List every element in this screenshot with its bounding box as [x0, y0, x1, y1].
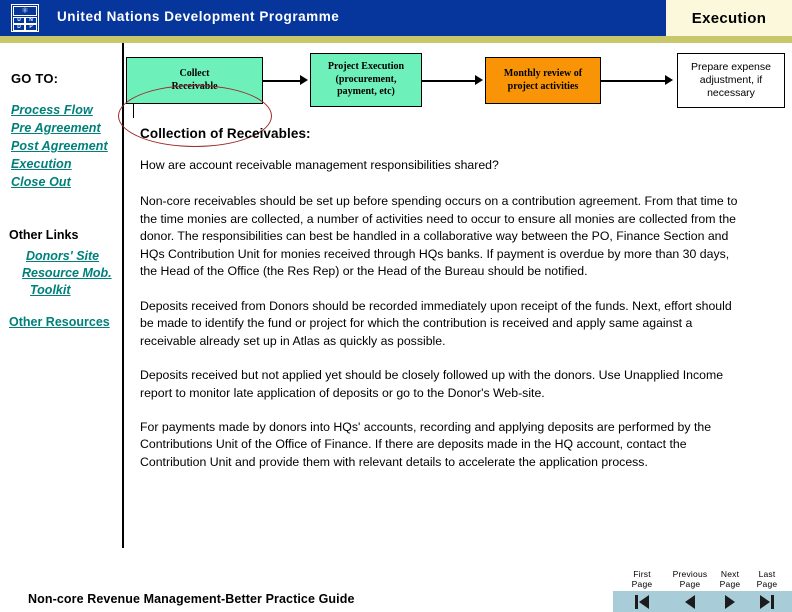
content-question: How are account receivable management re… — [140, 158, 499, 172]
flow-box-line3: necessary — [707, 87, 755, 100]
last-page-label-line2: Page — [756, 578, 778, 589]
sidebar-item-other-resources[interactable]: Other Resources — [9, 315, 110, 329]
sidebar-item-post-agreement[interactable]: Post Agreement — [11, 139, 108, 153]
flow-box-line3: payment, etc) — [337, 86, 395, 98]
next-page-label-line1: Next — [720, 569, 740, 579]
process-flow-diagram: Collect Receivable Project Execution (pr… — [0, 43, 792, 147]
flow-box-project-execution[interactable]: Project Execution (procurement, payment,… — [310, 53, 422, 107]
logo-letter-p: P — [25, 24, 37, 31]
undp-letters: U N D P — [13, 17, 37, 31]
header-under-band — [0, 36, 792, 43]
flow-box-line1: Collect — [179, 68, 210, 79]
content-paragraph-3: Deposits received but not applied yet sh… — [140, 368, 724, 400]
flow-arrowhead-2 — [475, 75, 483, 85]
flow-box-line2: (procurement, — [335, 73, 397, 85]
logo-letter-d: D — [13, 24, 25, 31]
flow-box-line2: project activities — [507, 80, 579, 92]
last-page-label-line1: Last — [758, 569, 776, 579]
next-page-icon[interactable] — [717, 594, 743, 610]
sidebar-item-pre-agreement[interactable]: Pre Agreement — [11, 121, 101, 135]
flow-box-line1: Project Execution — [327, 61, 405, 73]
previous-page-icon[interactable] — [677, 594, 703, 610]
other-links-label: Other Links — [9, 228, 79, 242]
flow-arrowhead-1 — [300, 75, 308, 85]
last-page-label: Last Page — [751, 569, 783, 590]
logo-letter-n: N — [25, 17, 37, 24]
page-title: Execution — [691, 9, 767, 27]
flow-box-prepare-expense-adjustment[interactable]: Prepare expense adjustment, if necessary — [677, 53, 785, 108]
flow-connector-2 — [422, 80, 476, 82]
main-content: Collection of Receivables: How are accou… — [140, 126, 745, 488]
sidebar-item-toolkit[interactable]: Toolkit — [30, 283, 71, 297]
next-page-label: Next Page — [714, 569, 746, 590]
flow-box-line1: Monthly review of — [503, 68, 583, 79]
previous-page-label-line1: Previous — [672, 569, 708, 579]
first-page-icon[interactable] — [629, 594, 655, 610]
previous-page-label: Previous Page — [663, 569, 717, 590]
content-paragraph-2: Deposits received from Donors should be … — [140, 298, 732, 348]
previous-page-label-line2: Page — [679, 578, 701, 589]
sidebar-item-close-out[interactable]: Close Out — [11, 175, 71, 189]
flow-box-monthly-review[interactable]: Monthly review of project activities — [485, 57, 601, 104]
flow-box-line1: Prepare expense — [691, 60, 771, 73]
content-paragraph-1: Non-core receivables should be set up be… — [140, 194, 738, 279]
flow-arrowhead-3 — [665, 75, 673, 85]
flow-box-line2: adjustment, if — [699, 73, 763, 86]
document-title: Non-core Revenue Management-Better Pract… — [28, 592, 355, 606]
sidebar-item-resource-mob[interactable]: Resource Mob. — [22, 266, 112, 280]
next-page-label-line2: Page — [719, 578, 741, 589]
un-emblem-icon: ⚛ — [13, 6, 37, 16]
flow-connector-1 — [263, 80, 301, 82]
sidebar-item-execution[interactable]: Execution — [11, 157, 72, 171]
page-title-panel: Execution — [666, 0, 792, 36]
first-page-label: First Page — [624, 569, 660, 590]
logo-letter-u: U — [13, 17, 25, 24]
organization-title: United Nations Development Programme — [57, 9, 340, 24]
undp-logo: ⚛ U N D P — [11, 4, 39, 32]
first-page-label-line1: First — [633, 569, 651, 579]
sidebar-item-donors-site[interactable]: Donors' Site — [26, 249, 99, 263]
flow-connector-3 — [601, 80, 666, 82]
last-page-icon[interactable] — [754, 594, 780, 610]
content-paragraph-4: For payments made by donors into HQs' ac… — [140, 419, 712, 469]
first-page-label-line2: Page — [631, 578, 653, 589]
content-heading: Collection of Receivables: — [140, 126, 311, 141]
